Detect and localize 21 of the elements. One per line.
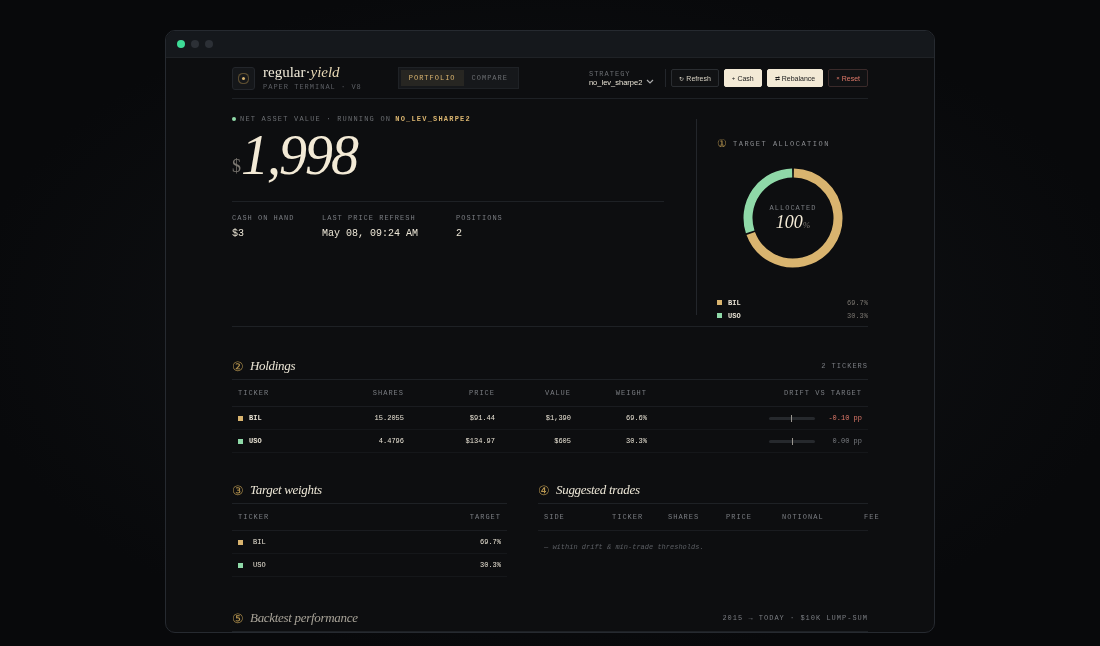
section-number: ④ xyxy=(538,482,550,498)
section-title: Target weights xyxy=(250,482,322,498)
logo-icon xyxy=(232,66,255,90)
donut-value: 100% xyxy=(775,211,811,233)
window-control-dot[interactable] xyxy=(191,40,199,48)
section-title: Backtest performance xyxy=(250,610,358,626)
chevron-icon xyxy=(646,79,655,85)
brand-name: regular·yield xyxy=(263,65,341,80)
section-number: ② xyxy=(232,358,244,374)
currency-symbol: $ xyxy=(232,156,241,176)
stat-value: $3 xyxy=(232,228,245,239)
nav-value: 1,998 xyxy=(241,127,357,183)
stat-value: May 08, 09:24 AM xyxy=(322,228,419,239)
window-control-dot[interactable] xyxy=(177,40,185,48)
section-number: ① xyxy=(717,137,727,150)
window-control-dot[interactable] xyxy=(205,40,213,48)
section-number: ③ xyxy=(232,482,244,498)
section-number: ⑤ xyxy=(232,610,244,626)
section-title: Holdings xyxy=(250,358,296,374)
section-title: Suggested trades xyxy=(556,482,640,498)
stat-value: 2 xyxy=(456,228,463,239)
